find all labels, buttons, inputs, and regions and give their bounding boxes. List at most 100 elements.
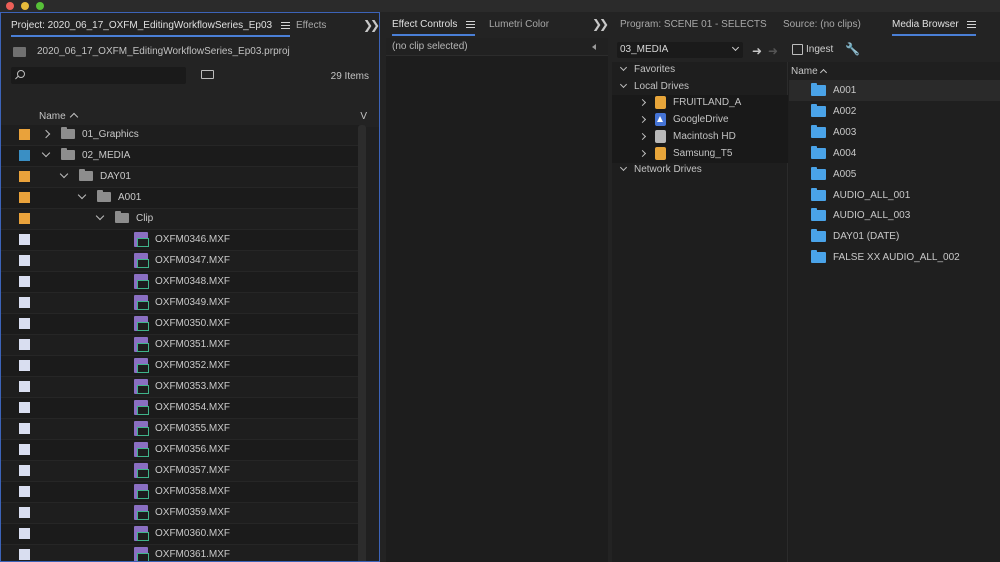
file-row[interactable]: A001 [789, 80, 1000, 101]
label-color-swatch[interactable] [19, 339, 30, 350]
label-color-swatch[interactable] [19, 360, 30, 371]
chevron-right-icon[interactable] [638, 149, 647, 157]
label-color-swatch[interactable] [19, 129, 30, 140]
chevron-right-icon[interactable] [638, 99, 647, 107]
column-v-header[interactable]: V [360, 111, 367, 122]
column-name-header[interactable]: Name [39, 111, 66, 122]
effect-panel-tabs: Effect Controls Lumetri Color ❯❯ [386, 12, 608, 38]
tab-project[interactable]: Project: 2020_06_17_OXFM_EditingWorkflow… [11, 19, 290, 37]
label-color-swatch[interactable] [19, 465, 30, 476]
clip-row[interactable]: OXFM0360.MXF [1, 524, 361, 545]
zoom-window-button[interactable] [36, 2, 44, 10]
tree-item[interactable]: Samsung_T5 [612, 145, 788, 163]
chevron-down-icon[interactable] [619, 80, 628, 88]
search-input[interactable] [11, 67, 186, 84]
tree-item[interactable]: FRUITLAND_A [612, 95, 788, 113]
label-color-swatch[interactable] [19, 276, 30, 287]
clip-row[interactable]: OXFM0347.MXF [1, 251, 361, 272]
clip-row[interactable]: OXFM0350.MXF [1, 314, 361, 335]
file-row[interactable]: A002 [789, 101, 1000, 122]
label-color-swatch[interactable] [19, 528, 30, 539]
clip-row[interactable]: OXFM0348.MXF [1, 272, 361, 293]
file-row[interactable]: DAY01 (DATE) [789, 226, 1000, 247]
bin-row[interactable]: 02_MEDIA [1, 146, 361, 167]
tab-source[interactable]: Source: (no clips) [783, 18, 861, 32]
file-row[interactable]: A003 [789, 122, 1000, 143]
chevron-down-icon[interactable] [619, 164, 628, 172]
file-row[interactable]: AUDIO_ALL_003 [789, 205, 1000, 226]
clip-row[interactable]: OXFM0357.MXF [1, 461, 361, 482]
sort-ascending-icon[interactable] [69, 112, 79, 122]
label-color-swatch[interactable] [19, 444, 30, 455]
panel-menu-icon[interactable] [466, 20, 476, 28]
tab-lumetri-color[interactable]: Lumetri Color [489, 18, 549, 32]
label-color-swatch[interactable] [19, 402, 30, 413]
chevron-double-right-icon[interactable]: ❯❯ [363, 18, 379, 32]
back-arrow-icon[interactable]: ➜ [752, 44, 762, 58]
chevron-double-right-icon[interactable]: ❯❯ [592, 17, 608, 31]
bin-row[interactable]: Clip [1, 209, 361, 230]
file-row[interactable]: A004 [789, 143, 1000, 164]
panel-menu-icon[interactable] [967, 20, 977, 28]
label-color-swatch[interactable] [19, 192, 30, 203]
chevron-down-icon[interactable] [41, 148, 51, 158]
label-color-swatch[interactable] [19, 507, 30, 518]
clip-row[interactable]: OXFM0346.MXF [1, 230, 361, 251]
project-scrollbar[interactable] [358, 125, 366, 561]
bin-row[interactable]: A001 [1, 188, 361, 209]
panel-menu-icon[interactable] [280, 21, 290, 29]
wrench-icon[interactable]: 🔧 [845, 42, 860, 56]
clip-row[interactable]: OXFM0355.MXF [1, 419, 361, 440]
label-color-swatch[interactable] [19, 171, 30, 182]
clip-row[interactable]: OXFM0352.MXF [1, 356, 361, 377]
ingest-checkbox[interactable] [792, 44, 803, 55]
tree-item[interactable]: Macintosh HD [612, 128, 788, 146]
collapse-timeline-icon[interactable] [592, 44, 596, 50]
bin-row[interactable]: 01_Graphics [1, 125, 361, 146]
clip-row[interactable]: OXFM0351.MXF [1, 335, 361, 356]
clip-row[interactable]: OXFM0356.MXF [1, 440, 361, 461]
label-color-swatch[interactable] [19, 297, 30, 308]
label-color-swatch[interactable] [19, 255, 30, 266]
label-color-swatch[interactable] [19, 423, 30, 434]
label-color-swatch[interactable] [19, 213, 30, 224]
file-name-header[interactable]: Name [791, 66, 818, 77]
file-row[interactable]: AUDIO_ALL_001 [789, 185, 1000, 206]
clip-row[interactable]: OXFM0354.MXF [1, 398, 361, 419]
label-color-swatch[interactable] [19, 549, 30, 560]
tab-media-browser[interactable]: Media Browser [892, 18, 977, 36]
chevron-down-icon[interactable] [59, 169, 69, 179]
label-color-swatch[interactable] [19, 381, 30, 392]
chevron-down-icon[interactable] [95, 211, 105, 221]
new-bin-from-search-icon[interactable] [201, 70, 214, 79]
minimize-window-button[interactable] [21, 2, 29, 10]
tree-item[interactable]: Favorites [612, 62, 788, 79]
sort-ascending-icon[interactable] [819, 68, 828, 77]
label-color-swatch[interactable] [19, 318, 30, 329]
clip-row[interactable]: OXFM0358.MXF [1, 482, 361, 503]
location-dropdown[interactable]: 03_MEDIA [617, 42, 743, 58]
label-color-swatch[interactable] [19, 150, 30, 161]
tab-program[interactable]: Program: SCENE 01 - SELECTS [620, 18, 767, 32]
clip-row[interactable]: OXFM0353.MXF [1, 377, 361, 398]
clip-row[interactable]: OXFM0359.MXF [1, 503, 361, 524]
file-row[interactable]: FALSE XX AUDIO_ALL_002 [789, 247, 1000, 268]
tree-item[interactable]: Network Drives [612, 162, 788, 179]
tab-effect-controls[interactable]: Effect Controls [392, 18, 476, 36]
chevron-right-icon[interactable] [638, 116, 647, 124]
clip-row[interactable]: OXFM0361.MXF [1, 545, 361, 561]
label-color-swatch[interactable] [19, 486, 30, 497]
chevron-down-icon[interactable] [619, 63, 628, 72]
label-color-swatch[interactable] [19, 234, 30, 245]
clip-row[interactable]: OXFM0349.MXF [1, 293, 361, 314]
bin-row[interactable]: DAY01 [1, 167, 361, 188]
tree-item[interactable]: GoogleDrive [612, 112, 788, 130]
close-window-button[interactable] [6, 2, 14, 10]
file-row[interactable]: A005 [789, 164, 1000, 185]
tab-effects[interactable]: Effects [296, 19, 326, 33]
forward-arrow-icon[interactable]: ➜ [768, 44, 778, 58]
chevron-down-icon[interactable] [77, 190, 87, 200]
chevron-right-icon[interactable] [41, 129, 51, 139]
chevron-right-icon[interactable] [638, 132, 647, 140]
tree-item[interactable]: Local Drives [612, 79, 788, 96]
